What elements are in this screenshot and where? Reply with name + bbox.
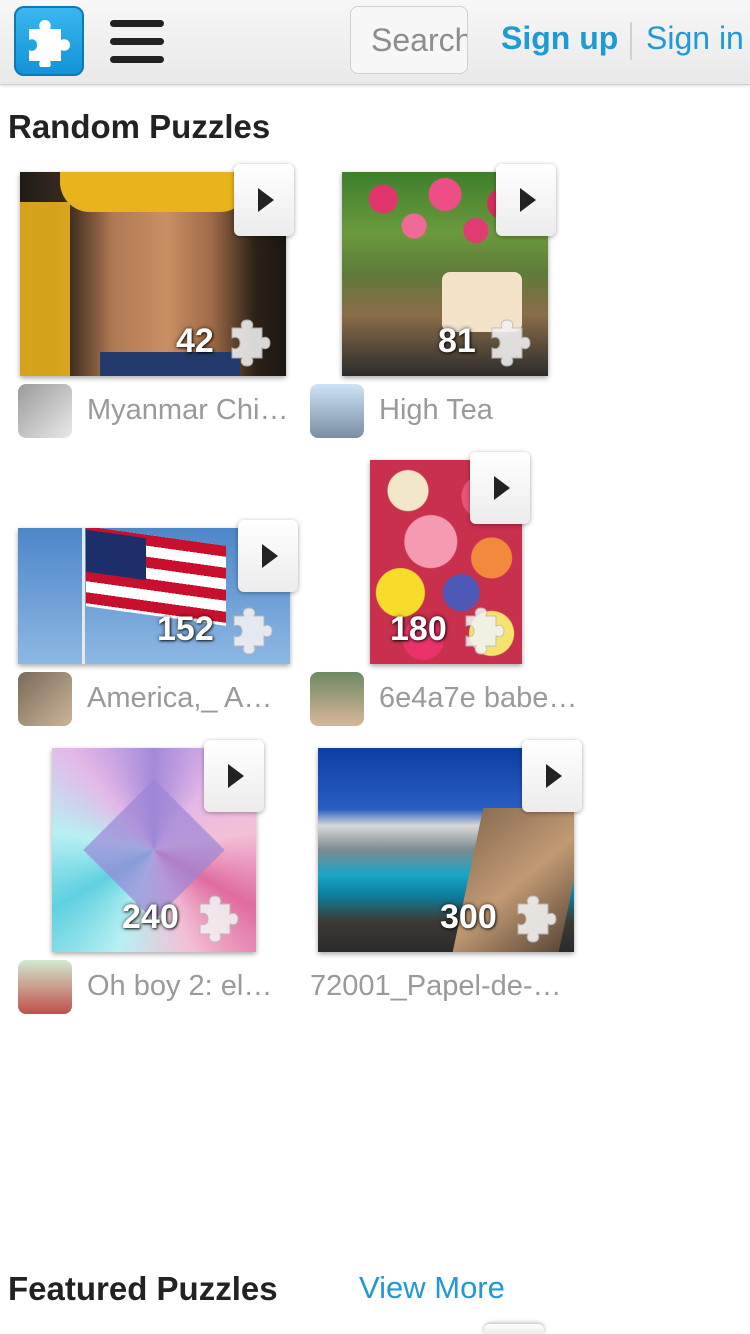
puzzle-title[interactable]: Oh boy 2: electric — [87, 970, 283, 1003]
sign-in-link[interactable]: Sign in — [646, 20, 744, 57]
puzzle-piece-icon — [517, 895, 557, 943]
user-avatar[interactable] — [310, 672, 364, 726]
piece-count: 81 — [438, 322, 476, 360]
play-button[interactable] — [522, 740, 582, 812]
play-button[interactable] — [470, 452, 530, 524]
user-avatar[interactable] — [18, 960, 72, 1014]
piece-count: 180 — [390, 610, 447, 648]
puzzle-piece-icon — [231, 319, 271, 367]
puzzle-title[interactable]: Myanmar Chin woman with tattooed face — [87, 394, 290, 427]
view-more-link[interactable]: View More — [359, 1270, 505, 1306]
puzzle-piece-icon — [491, 319, 531, 367]
play-button[interactable] — [234, 164, 294, 236]
top-navigation-bar: Sign up Sign in — [0, 0, 750, 85]
puzzle-title[interactable]: High Tea — [379, 394, 579, 427]
user-avatar[interactable] — [18, 384, 72, 438]
piece-count: 240 — [122, 898, 179, 936]
puzzle-title[interactable]: 6e4a7e babe flowers — [379, 682, 579, 715]
featured-puzzles-heading: Featured Puzzles — [8, 1270, 278, 1307]
search-input[interactable] — [350, 6, 468, 74]
sign-up-link[interactable]: Sign up — [501, 20, 618, 57]
user-avatar[interactable] — [18, 672, 72, 726]
play-button[interactable] — [496, 164, 556, 236]
hamburger-menu-icon[interactable] — [108, 20, 166, 64]
puzzle-title[interactable]: 72001_Papel-de-Parede — [310, 970, 570, 1003]
jigsaw-logo-icon[interactable] — [14, 6, 84, 76]
piece-count: 42 — [176, 322, 214, 360]
play-button[interactable] — [484, 1324, 544, 1334]
puzzle-piece-icon — [199, 895, 239, 943]
piece-count: 152 — [157, 610, 214, 648]
user-avatar[interactable] — [310, 384, 364, 438]
header-divider — [630, 22, 632, 60]
random-puzzles-heading: Random Puzzles — [8, 108, 271, 145]
play-button[interactable] — [204, 740, 264, 812]
play-button[interactable] — [238, 520, 298, 592]
piece-count: 300 — [440, 898, 497, 936]
puzzle-piece-icon — [233, 607, 273, 655]
puzzle-title[interactable]: America,_ America — [87, 682, 290, 715]
puzzle-piece-icon — [465, 607, 505, 655]
